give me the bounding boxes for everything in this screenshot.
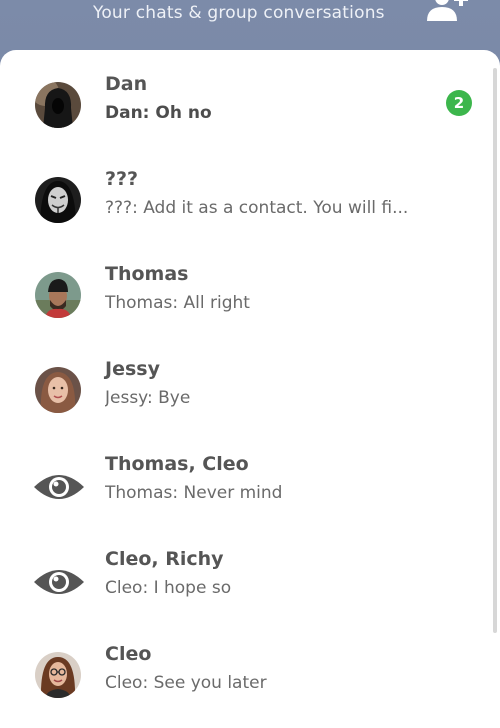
chat-name: ??? [105, 168, 139, 190]
chat-preview: Jessy: Bye [105, 388, 191, 408]
chat-preview: Dan: Oh no [105, 103, 212, 123]
chat-item-jessy[interactable]: Jessy Jessy: Bye [0, 358, 490, 462]
chat-item-cleo[interactable]: Cleo Cleo: See you later [0, 643, 490, 728]
chat-preview: Thomas: All right [105, 293, 250, 313]
chat-name: Cleo [105, 643, 152, 665]
avatar [35, 82, 81, 128]
chat-name: Thomas [105, 263, 189, 285]
eye-icon [32, 566, 86, 598]
add-user-icon[interactable] [424, 0, 472, 22]
chat-name: Cleo, Richy [105, 548, 224, 570]
chat-name: Dan [105, 73, 148, 95]
avatar [35, 177, 81, 223]
chat-item-unknown[interactable]: ??? ???: Add it as a contact. You will f… [0, 168, 490, 272]
avatar [35, 272, 81, 318]
chat-preview: Cleo: See you later [105, 673, 267, 693]
header-subtitle: Your chats & group conversations [93, 3, 385, 23]
chat-item-thomas[interactable]: Thomas Thomas: All right [0, 263, 490, 367]
chat-preview: ???: Add it as a contact. You will fi... [105, 198, 409, 218]
header: Your chats & group conversations [0, 0, 500, 52]
eye-icon [32, 471, 86, 503]
chat-name: Thomas, Cleo [105, 453, 249, 475]
chat-list-panel: Dan Dan: Oh no 2 ??? ???: Add it as a co… [0, 50, 500, 728]
chat-name: Jessy [105, 358, 160, 380]
chat-preview: Cleo: I hope so [105, 578, 232, 598]
chat-item-cleo-richy[interactable]: Cleo, Richy Cleo: I hope so [0, 548, 490, 652]
avatar [35, 367, 81, 413]
unread-badge: 2 [446, 90, 472, 116]
avatar [35, 652, 81, 698]
chat-item-dan[interactable]: Dan Dan: Oh no 2 [0, 73, 490, 177]
chat-preview: Thomas: Never mind [105, 483, 283, 503]
chat-item-thomas-cleo[interactable]: Thomas, Cleo Thomas: Never mind [0, 453, 490, 557]
scrollbar[interactable] [493, 68, 497, 633]
